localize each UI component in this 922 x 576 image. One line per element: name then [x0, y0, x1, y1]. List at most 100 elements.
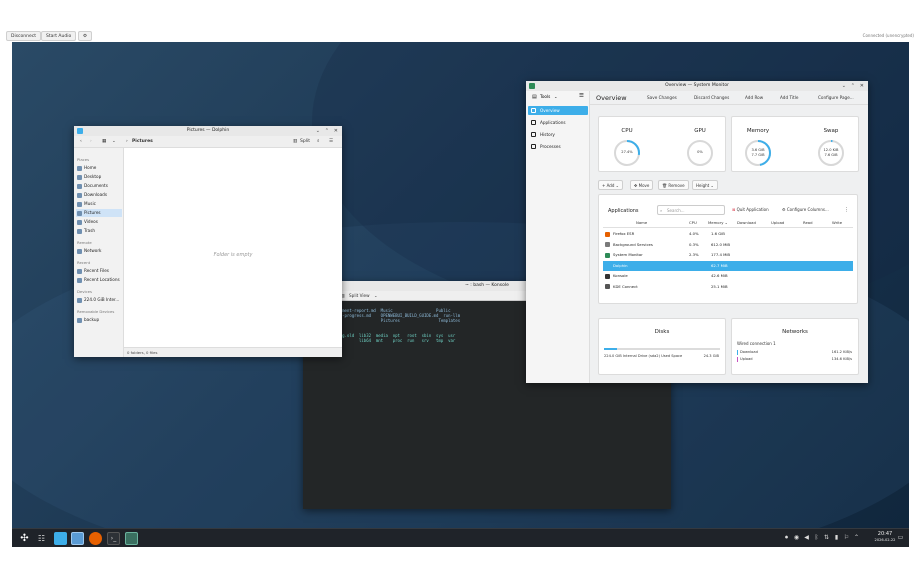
column-header-cpu[interactable]: CPU	[689, 219, 697, 227]
place-recent-locations[interactable]: Recent Locations	[76, 276, 122, 284]
breadcrumb[interactable]: Pictures	[132, 136, 153, 148]
hamburger-menu-icon[interactable]: ☰	[579, 93, 584, 99]
place-music[interactable]: Music	[76, 200, 122, 208]
applications-title: Applications	[608, 208, 639, 214]
sysmon-title: Overview — System Monitor	[665, 83, 729, 88]
network-icon	[77, 248, 82, 254]
height-button[interactable]: Height ⌄	[692, 180, 718, 190]
column-header-read[interactable]: Read	[803, 219, 813, 227]
nav-overview[interactable]: Overview	[528, 106, 588, 115]
show-desktop-icon[interactable]: ▭	[897, 534, 904, 541]
volume-icon[interactable]: ◀	[803, 534, 810, 541]
dolphin-titlebar[interactable]: Pictures — Dolphin ⌄ ⌃ ✕	[74, 126, 342, 136]
configure-page-button[interactable]: Configure Page...	[818, 91, 854, 105]
column-header-name[interactable]: Name	[636, 219, 647, 227]
search-icon[interactable]: ⌕	[317, 136, 320, 148]
disk-usage-track	[604, 348, 720, 350]
column-header-write[interactable]: Write	[832, 219, 842, 227]
dolphin-window: Pictures — Dolphin ⌄ ⌃ ✕ ‹ › ▦ ⌄ › Pictu…	[74, 126, 342, 357]
device-backup[interactable]: backup	[76, 316, 122, 324]
forward-icon[interactable]: ›	[90, 136, 92, 148]
device-internal-drive[interactable]: 224.0 GiB Inter...	[76, 296, 122, 304]
menu-icon[interactable]: ☰	[329, 136, 333, 148]
column-header-upload[interactable]: Upload	[771, 219, 784, 227]
table-row[interactable]: KDE Connect 25.1 MiB	[603, 282, 853, 292]
place-desktop[interactable]: Desktop	[76, 173, 122, 181]
chevron-down-icon[interactable]: ⌄	[554, 94, 558, 99]
split-view-button[interactable]: Split View	[349, 291, 370, 301]
place-videos[interactable]: Videos	[76, 218, 122, 226]
settings-gear-icon[interactable]: ⚙	[78, 31, 93, 41]
chevron-down-icon[interactable]: ⌄	[112, 136, 116, 148]
cell-memory: 1.6 GiB	[711, 231, 725, 236]
table-row[interactable]: Konsole 42.6 MiB	[603, 271, 853, 281]
move-button[interactable]: ✥ Move	[630, 180, 654, 190]
disconnect-button[interactable]: Disconnect	[6, 31, 41, 41]
column-header-memory[interactable]: Memory ⌄	[708, 219, 728, 227]
back-icon[interactable]: ‹	[80, 136, 82, 148]
table-row[interactable]: Background Services 0.3% 612.0 MiB	[603, 240, 853, 250]
configure-columns-button[interactable]: ⚙ Configure Columns...	[782, 205, 829, 215]
column-header-download[interactable]: Download	[737, 219, 756, 227]
chevron-down-icon[interactable]: ⌄	[374, 291, 378, 301]
more-options-icon[interactable]: ⋮	[844, 205, 849, 215]
save-changes-button[interactable]: Save Changes	[647, 91, 677, 105]
sysmon-titlebar[interactable]: Overview — System Monitor ⌄ ⌃ ✕	[526, 81, 868, 91]
notifications-icon[interactable]: ⚐	[843, 534, 850, 541]
nav-applications[interactable]: Applications	[528, 118, 588, 127]
nav-history[interactable]: History	[528, 130, 588, 139]
konsole-task-icon[interactable]: ›_	[107, 532, 120, 545]
minimize-icon[interactable]: ⌄	[842, 81, 846, 91]
add-row-button[interactable]: Add Row	[745, 91, 763, 105]
place-downloads[interactable]: Downloads	[76, 191, 122, 199]
view-mode-icon[interactable]: ▦	[102, 136, 106, 148]
cell-name: Konsole	[613, 273, 628, 278]
place-documents[interactable]: Documents	[76, 182, 122, 190]
pager-icon[interactable]: ☷	[35, 532, 48, 545]
recent-files-icon	[77, 268, 82, 274]
minimize-icon[interactable]: ⌄	[316, 126, 320, 136]
system-monitor-task-icon[interactable]	[125, 532, 138, 545]
konsole-title: ~ : bash — Konsole	[465, 283, 509, 288]
battery-icon[interactable]: ▮	[833, 534, 840, 541]
maximize-icon[interactable]: ⌃	[851, 81, 855, 91]
application-launcher-icon[interactable]: ✣	[18, 532, 31, 545]
quit-application-button[interactable]: ⊠ Quit Application	[732, 205, 769, 215]
table-row[interactable]: System Monitor 2.3% 177.4 MiB	[603, 250, 853, 260]
table-row[interactable]: Dolphin 62.7 MiB	[603, 260, 853, 271]
tray-icon[interactable]: ⏺	[783, 534, 790, 541]
place-home[interactable]: Home	[76, 164, 122, 172]
split-icon[interactable]: ▥	[293, 136, 297, 148]
tools-button[interactable]: Tools	[540, 94, 550, 99]
place-recent-files[interactable]: Recent Files	[76, 267, 122, 275]
search-input[interactable]: ⌕ Search...	[657, 205, 725, 215]
place-pictures[interactable]: Pictures	[76, 209, 122, 217]
app-icon	[605, 242, 610, 247]
clock-time: 20:47	[877, 531, 893, 537]
network-tray-icon[interactable]: ⇅	[823, 534, 830, 541]
remove-button[interactable]: 🗑 Remove	[658, 180, 689, 190]
table-row[interactable]: Firefox ESR 4.0% 1.6 GiB	[603, 229, 853, 239]
system-monitor-app-icon	[529, 83, 535, 89]
discard-changes-button[interactable]: Discard Changes	[694, 91, 729, 105]
disks-card: Disks 224.0 GiB Internal Drive (sda2) Us…	[598, 318, 726, 375]
maximize-icon[interactable]: ⌃	[325, 126, 329, 136]
bluetooth-icon[interactable]: ᛒ	[813, 534, 820, 541]
clock[interactable]: 20:47 2026-02-22	[870, 531, 900, 543]
add-button[interactable]: + Add ⌄	[598, 180, 623, 190]
close-icon[interactable]: ✕	[334, 126, 338, 136]
close-icon[interactable]: ✕	[860, 81, 864, 91]
place-network[interactable]: Network	[76, 247, 122, 255]
expand-tray-icon[interactable]: ⌃	[853, 534, 860, 541]
place-trash[interactable]: Trash	[76, 227, 122, 235]
tray-icon[interactable]: ◉	[793, 534, 800, 541]
discover-icon[interactable]	[54, 532, 67, 545]
cell-name: Firefox ESR	[613, 231, 635, 236]
file-view[interactable]: Folder is empty	[124, 148, 342, 347]
add-title-button[interactable]: Add Title	[780, 91, 798, 105]
firefox-task-icon[interactable]	[89, 532, 102, 545]
nav-processes[interactable]: Processes	[528, 142, 588, 151]
dolphin-task-icon[interactable]	[71, 532, 84, 545]
split-button[interactable]: Split	[300, 136, 310, 148]
start-audio-button[interactable]: Start Audio	[41, 31, 77, 41]
